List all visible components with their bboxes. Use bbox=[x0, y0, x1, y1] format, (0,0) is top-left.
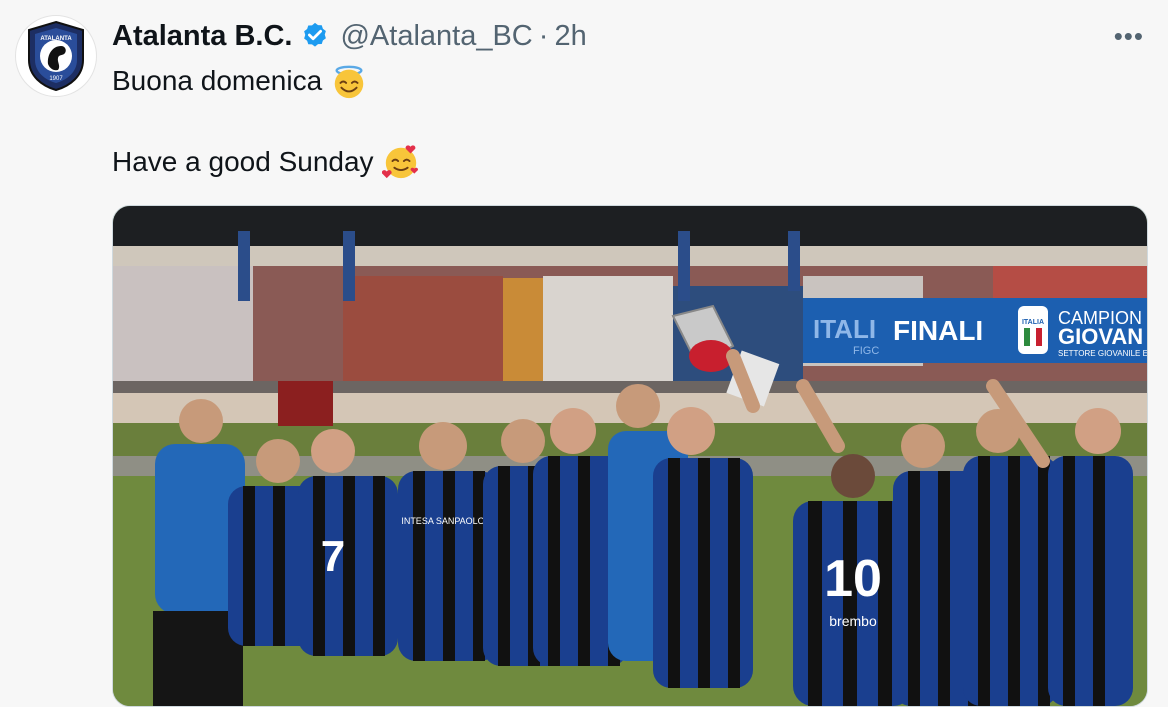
tweet-text-line-1: Buona domenica bbox=[112, 62, 368, 100]
more-options-icon[interactable]: ••• bbox=[1114, 22, 1144, 50]
smiling-face-with-halo-icon bbox=[334, 65, 364, 99]
chest-sponsor-text: INTESA SANPAOLO bbox=[401, 516, 484, 526]
separator-dot: · bbox=[538, 20, 549, 52]
celebration-photo: ITALI FINALI ITALIA CAMPION GIOVAN SETTO… bbox=[113, 206, 1147, 706]
timestamp[interactable]: 2h bbox=[554, 18, 586, 54]
logo-year: 1907 bbox=[49, 76, 63, 82]
tweet-header: Atalanta B.C. @Atalanta_BC · 2h bbox=[112, 18, 587, 54]
tweet-text-italian: Buona domenica bbox=[112, 65, 323, 96]
banner-finali-text: FINALI bbox=[893, 315, 983, 346]
italia-badge-text: ITALIA bbox=[1022, 319, 1044, 326]
banner-giovani-text: GIOVAN bbox=[1058, 324, 1143, 349]
verified-badge-icon bbox=[304, 22, 327, 47]
tweet-text-line-2: Have a good Sunday bbox=[112, 143, 420, 181]
display-name[interactable]: Atalanta B.C. bbox=[112, 18, 292, 54]
tweet-text-english: Have a good Sunday bbox=[112, 146, 374, 177]
logo-text: ATALANTA bbox=[40, 36, 72, 42]
avatar[interactable]: ATALANTA 1907 bbox=[15, 15, 97, 97]
banner-left-text: ITALI bbox=[813, 314, 876, 344]
banner-settore-text: SETTORE GIOVANILE E S bbox=[1058, 349, 1147, 358]
atalanta-logo-icon: ATALANTA 1907 bbox=[28, 20, 84, 92]
smiling-face-with-hearts-icon bbox=[381, 145, 418, 179]
tweet-photo[interactable]: ITALI FINALI ITALIA CAMPION GIOVAN SETTO… bbox=[112, 205, 1148, 707]
jersey-number-left: 7 bbox=[321, 532, 345, 581]
handle[interactable]: @Atalanta_BC bbox=[340, 18, 532, 54]
figc-text: FIGC bbox=[853, 345, 879, 357]
jersey-number-10: 10 bbox=[824, 550, 882, 608]
sponsor-text: brembo bbox=[829, 613, 877, 629]
